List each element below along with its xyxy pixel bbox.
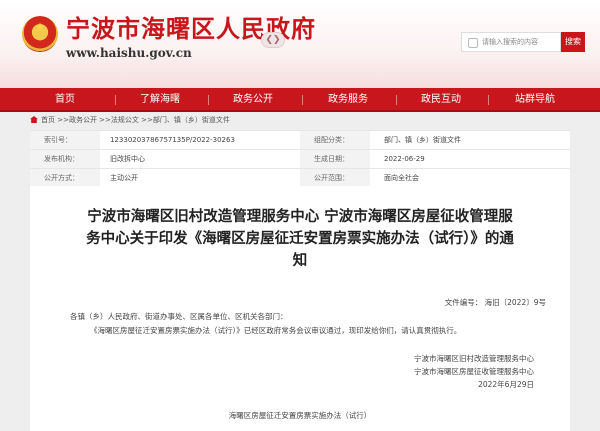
body-paragraph: 《海曙区房屋征迁安置房票实施办法（试行）》已经区政府常务会议审议通过，现印发给你… — [90, 326, 462, 335]
nav-item-services[interactable]: 政务服务 — [298, 88, 398, 112]
nav-item-home[interactable]: 首页 — [15, 88, 115, 112]
breadcrumb-text[interactable]: 首页 >>政务公开 >>法规公文 >>部门、镇（乡）街道文件 — [41, 116, 230, 124]
meta-value: 12330203786757135P/2022-30263 — [110, 136, 235, 144]
nav-item-site-nav[interactable]: 站群导航 — [485, 88, 585, 112]
meta-row: 索引号： 12330203786757135P/2022-30263 组配分类：… — [30, 131, 570, 150]
sign-date: 2022年6月29日 — [478, 380, 534, 389]
signer-1: 宁波市海曙区旧村改造管理服务中心 — [414, 354, 534, 363]
signer-2: 宁波市海曙区房屋征收管理服务中心 — [414, 367, 534, 376]
meta-value: 主动公开 — [110, 174, 138, 182]
header-toggle-button[interactable]: ❮❯ — [261, 32, 285, 48]
document-content: 宁波市海曙区旧村改造管理服务中心 宁波市海曙区房屋征收管理服务中心关于印发《海曙… — [30, 186, 570, 431]
document-number: 文件编号： 海旧〔2022〕9号 — [444, 298, 546, 307]
meta-label: 组配分类： — [300, 131, 370, 149]
meta-value: 2022-06-29 — [384, 155, 425, 163]
nav-item-gov-affairs[interactable]: 政务公开 — [203, 88, 303, 112]
meta-label: 公开方式： — [30, 169, 100, 187]
meta-value: 面向全社会 — [384, 174, 419, 182]
document-meta-table: 索引号： 12330203786757135P/2022-30263 组配分类：… — [30, 130, 570, 188]
meta-value: 部门、镇（乡）街道文件 — [384, 136, 461, 144]
attachment-title: 海曙区房屋征迁安置房票实施办法（试行） — [228, 411, 372, 420]
site-header: ★ 宁波市海曙区人民政府 www.haishu.gov.cn ❮❯ 请输入搜索的… — [0, 0, 600, 88]
nav-item-interaction[interactable]: 政民互动 — [391, 88, 491, 112]
site-url: www.haishu.gov.cn — [66, 46, 192, 60]
meta-row: 发布机构： 旧改拆中心 生成日期： 2022-06-29 — [30, 150, 570, 169]
meta-label: 索引号： — [30, 131, 100, 149]
home-icon — [30, 116, 38, 123]
breadcrumb: 首页 >>政务公开 >>法规公文 >>部门、镇（乡）街道文件 — [30, 114, 230, 126]
meta-label: 生成日期： — [300, 150, 370, 168]
meta-value: 旧改拆中心 — [110, 155, 145, 163]
search-button[interactable]: 搜索 — [561, 32, 585, 52]
salutation: 各镇（乡）人民政府、街道办事处、区属各单位、区机关各部门： — [70, 312, 288, 321]
national-emblem-icon: ★ — [22, 16, 58, 52]
nav-item-about[interactable]: 了解海曙 — [110, 88, 210, 112]
search-input[interactable]: 请输入搜索的内容 — [461, 32, 561, 52]
meta-label: 公开范围： — [300, 169, 370, 187]
meta-label: 发布机构： — [30, 150, 100, 168]
main-nav: 首页 了解海曙 政务公开 政务服务 政民互动 站群导航 — [0, 88, 600, 112]
document-title: 宁波市海曙区旧村改造管理服务中心 宁波市海曙区房屋征收管理服务中心关于印发《海曙… — [86, 208, 514, 269]
